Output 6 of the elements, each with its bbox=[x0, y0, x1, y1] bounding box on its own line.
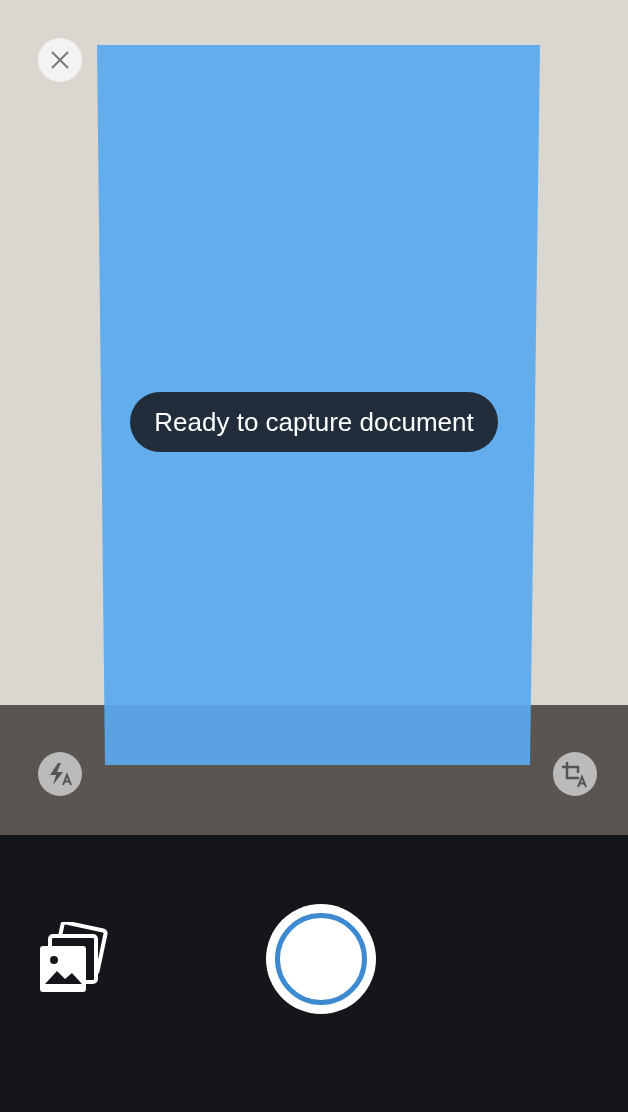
close-icon bbox=[51, 51, 69, 69]
close-button[interactable] bbox=[38, 38, 82, 82]
flash-button[interactable] bbox=[38, 752, 82, 796]
crop-auto-icon bbox=[560, 760, 590, 788]
crop-button[interactable] bbox=[553, 752, 597, 796]
status-toast: Ready to capture document bbox=[130, 392, 498, 452]
